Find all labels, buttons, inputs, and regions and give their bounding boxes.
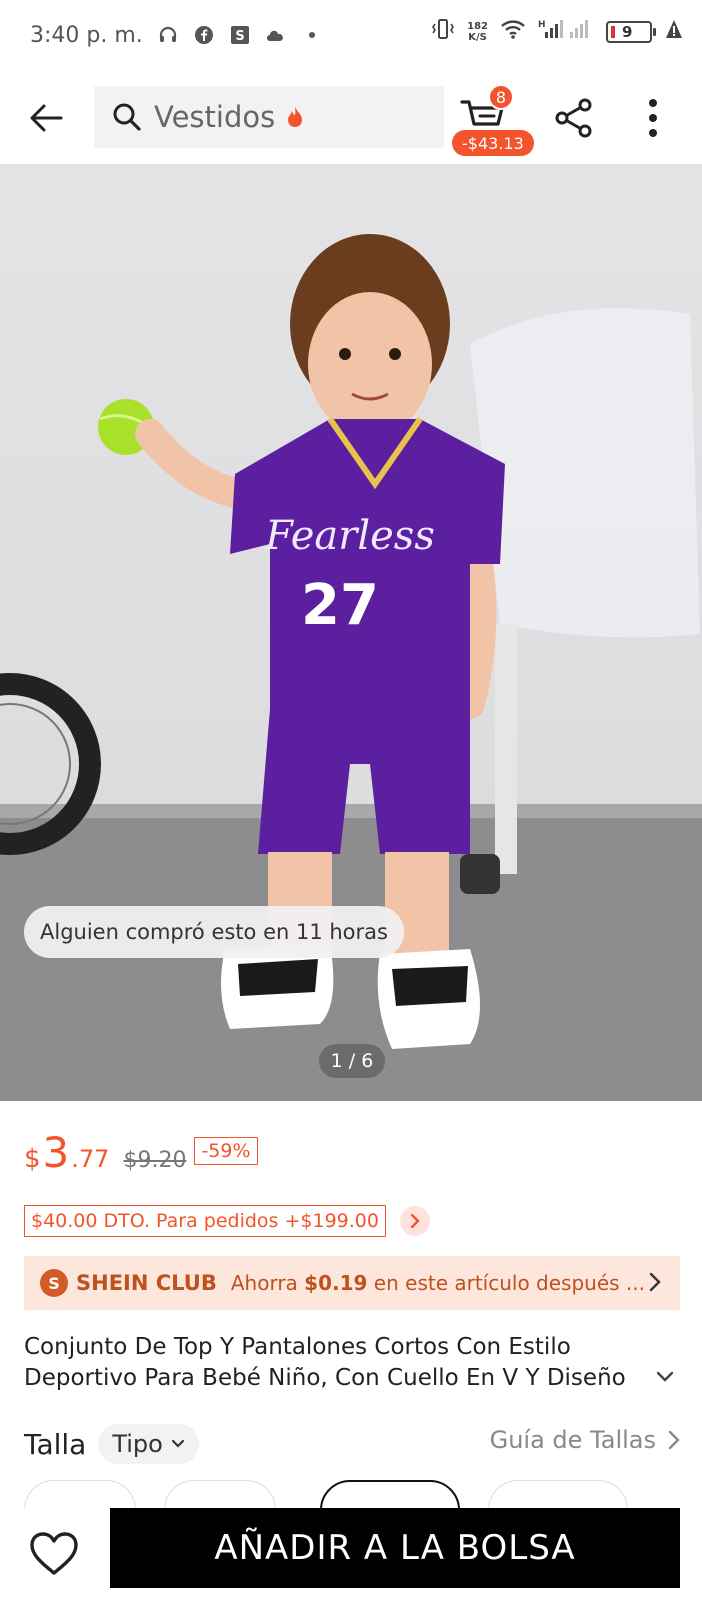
chevron-right-icon (410, 1214, 420, 1228)
recent-purchase-notice: Alguien compró esto en 11 horas (24, 906, 404, 958)
promo-coupon[interactable]: $40.00 DTO. Para pedidos +$199.00 (24, 1205, 386, 1237)
price-currency: $ (24, 1144, 41, 1174)
expand-title-chevron-down-icon[interactable] (655, 1370, 675, 1384)
club-savings-text: Ahorra $0.19 en este artículo después ..… (231, 1271, 645, 1295)
promo-arrow-button[interactable] (399, 1206, 430, 1236)
size-option[interactable] (488, 1480, 628, 1510)
shein-app-icon: S (229, 24, 251, 46)
share-icon (555, 98, 592, 138)
shein-club-banner[interactable]: S SHEIN CLUB Ahorra $0.19 en este artícu… (24, 1256, 680, 1310)
vibrate-icon (431, 18, 455, 46)
size-options (24, 1480, 680, 1510)
club-text-prefix: Ahorra (230, 1271, 305, 1295)
chevron-right-icon (649, 1272, 661, 1292)
back-button[interactable] (22, 94, 70, 142)
flame-icon (288, 107, 303, 127)
signal-icon: H (538, 18, 594, 46)
price-decimals: .77 (71, 1145, 110, 1173)
net-speed-value: 182 (467, 21, 488, 32)
discount-badge: -59% (194, 1137, 258, 1165)
battery-icon: 9 (606, 21, 656, 43)
headphones-icon (157, 24, 179, 46)
club-amount: $0.19 (304, 1271, 368, 1295)
wifi-icon (500, 18, 526, 46)
arrow-left-icon (30, 104, 63, 132)
search-icon (113, 103, 141, 131)
status-time: 3:40 p. m. (30, 22, 143, 48)
status-bar: 3:40 p. m. S 182 K/S H 9 (0, 0, 702, 70)
svg-text:S: S (235, 29, 244, 44)
club-name: SHEIN CLUB (76, 1271, 217, 1295)
add-to-bag-button[interactable]: AÑADIR A LA BOLSA (110, 1508, 680, 1588)
shirt-text: Fearless (264, 513, 435, 559)
status-left: 3:40 p. m. S (30, 23, 323, 48)
size-guide-link[interactable]: Guía de Tallas (490, 1426, 680, 1454)
image-counter: 1 / 6 (319, 1044, 385, 1078)
price-integer: 3 (42, 1128, 70, 1177)
product-title: Conjunto De Top Y Pantalones Cortos Con … (24, 1334, 626, 1391)
svg-text:H: H (538, 20, 546, 30)
share-button[interactable] (552, 94, 596, 142)
search-query: Vestidos (154, 100, 276, 134)
size-type-dropdown[interactable]: Tipo (98, 1424, 199, 1464)
net-speed-unit: K/S (468, 32, 487, 43)
size-row: Talla Tipo Guía de Tallas (24, 1422, 680, 1466)
cart-count-badge: 8 (488, 84, 514, 110)
top-nav: Vestidos 8 -$43.13 (0, 84, 702, 156)
more-options-button[interactable] (638, 94, 668, 142)
search-input[interactable]: Vestidos (94, 86, 444, 148)
product-image-gallery[interactable]: Fearless 27 Alguien compró esto en 11 ho… (0, 164, 702, 1101)
size-option-selected[interactable] (320, 1480, 460, 1510)
heart-icon (30, 1532, 78, 1575)
product-photo: Fearless 27 (0, 234, 702, 1101)
club-text-suffix: en este artículo después ... (367, 1271, 646, 1295)
battery-level: 9 (622, 23, 633, 41)
shirt-number: 27 (301, 573, 379, 638)
price-row: $ 3 .77 $9.20 -59% (24, 1128, 258, 1177)
shein-club-logo-icon: S (40, 1269, 68, 1297)
cart-total-badge: -$43.13 (452, 130, 534, 156)
facebook-icon (193, 24, 215, 46)
status-right: 182 K/S H 9 (431, 18, 684, 46)
bottom-action-bar: AÑADIR A LA BOLSA (0, 1508, 702, 1600)
size-option[interactable] (164, 1480, 276, 1510)
alert-icon (664, 18, 684, 46)
more-vertical-icon (649, 99, 657, 137)
chevron-down-icon (171, 1439, 184, 1448)
chevron-right-icon (668, 1430, 680, 1450)
size-option[interactable] (24, 1480, 136, 1510)
original-price: $9.20 (123, 1148, 187, 1173)
dot-icon (301, 24, 323, 46)
net-speed: 182 K/S (467, 21, 488, 43)
promo-row[interactable]: $40.00 DTO. Para pedidos +$199.00 (24, 1205, 430, 1237)
wishlist-button[interactable] (26, 1526, 82, 1582)
cloud-icon (265, 24, 287, 46)
size-label: Talla (24, 1427, 87, 1461)
size-guide-label: Guía de Tallas (489, 1426, 656, 1454)
size-type-label: Tipo (112, 1430, 163, 1458)
